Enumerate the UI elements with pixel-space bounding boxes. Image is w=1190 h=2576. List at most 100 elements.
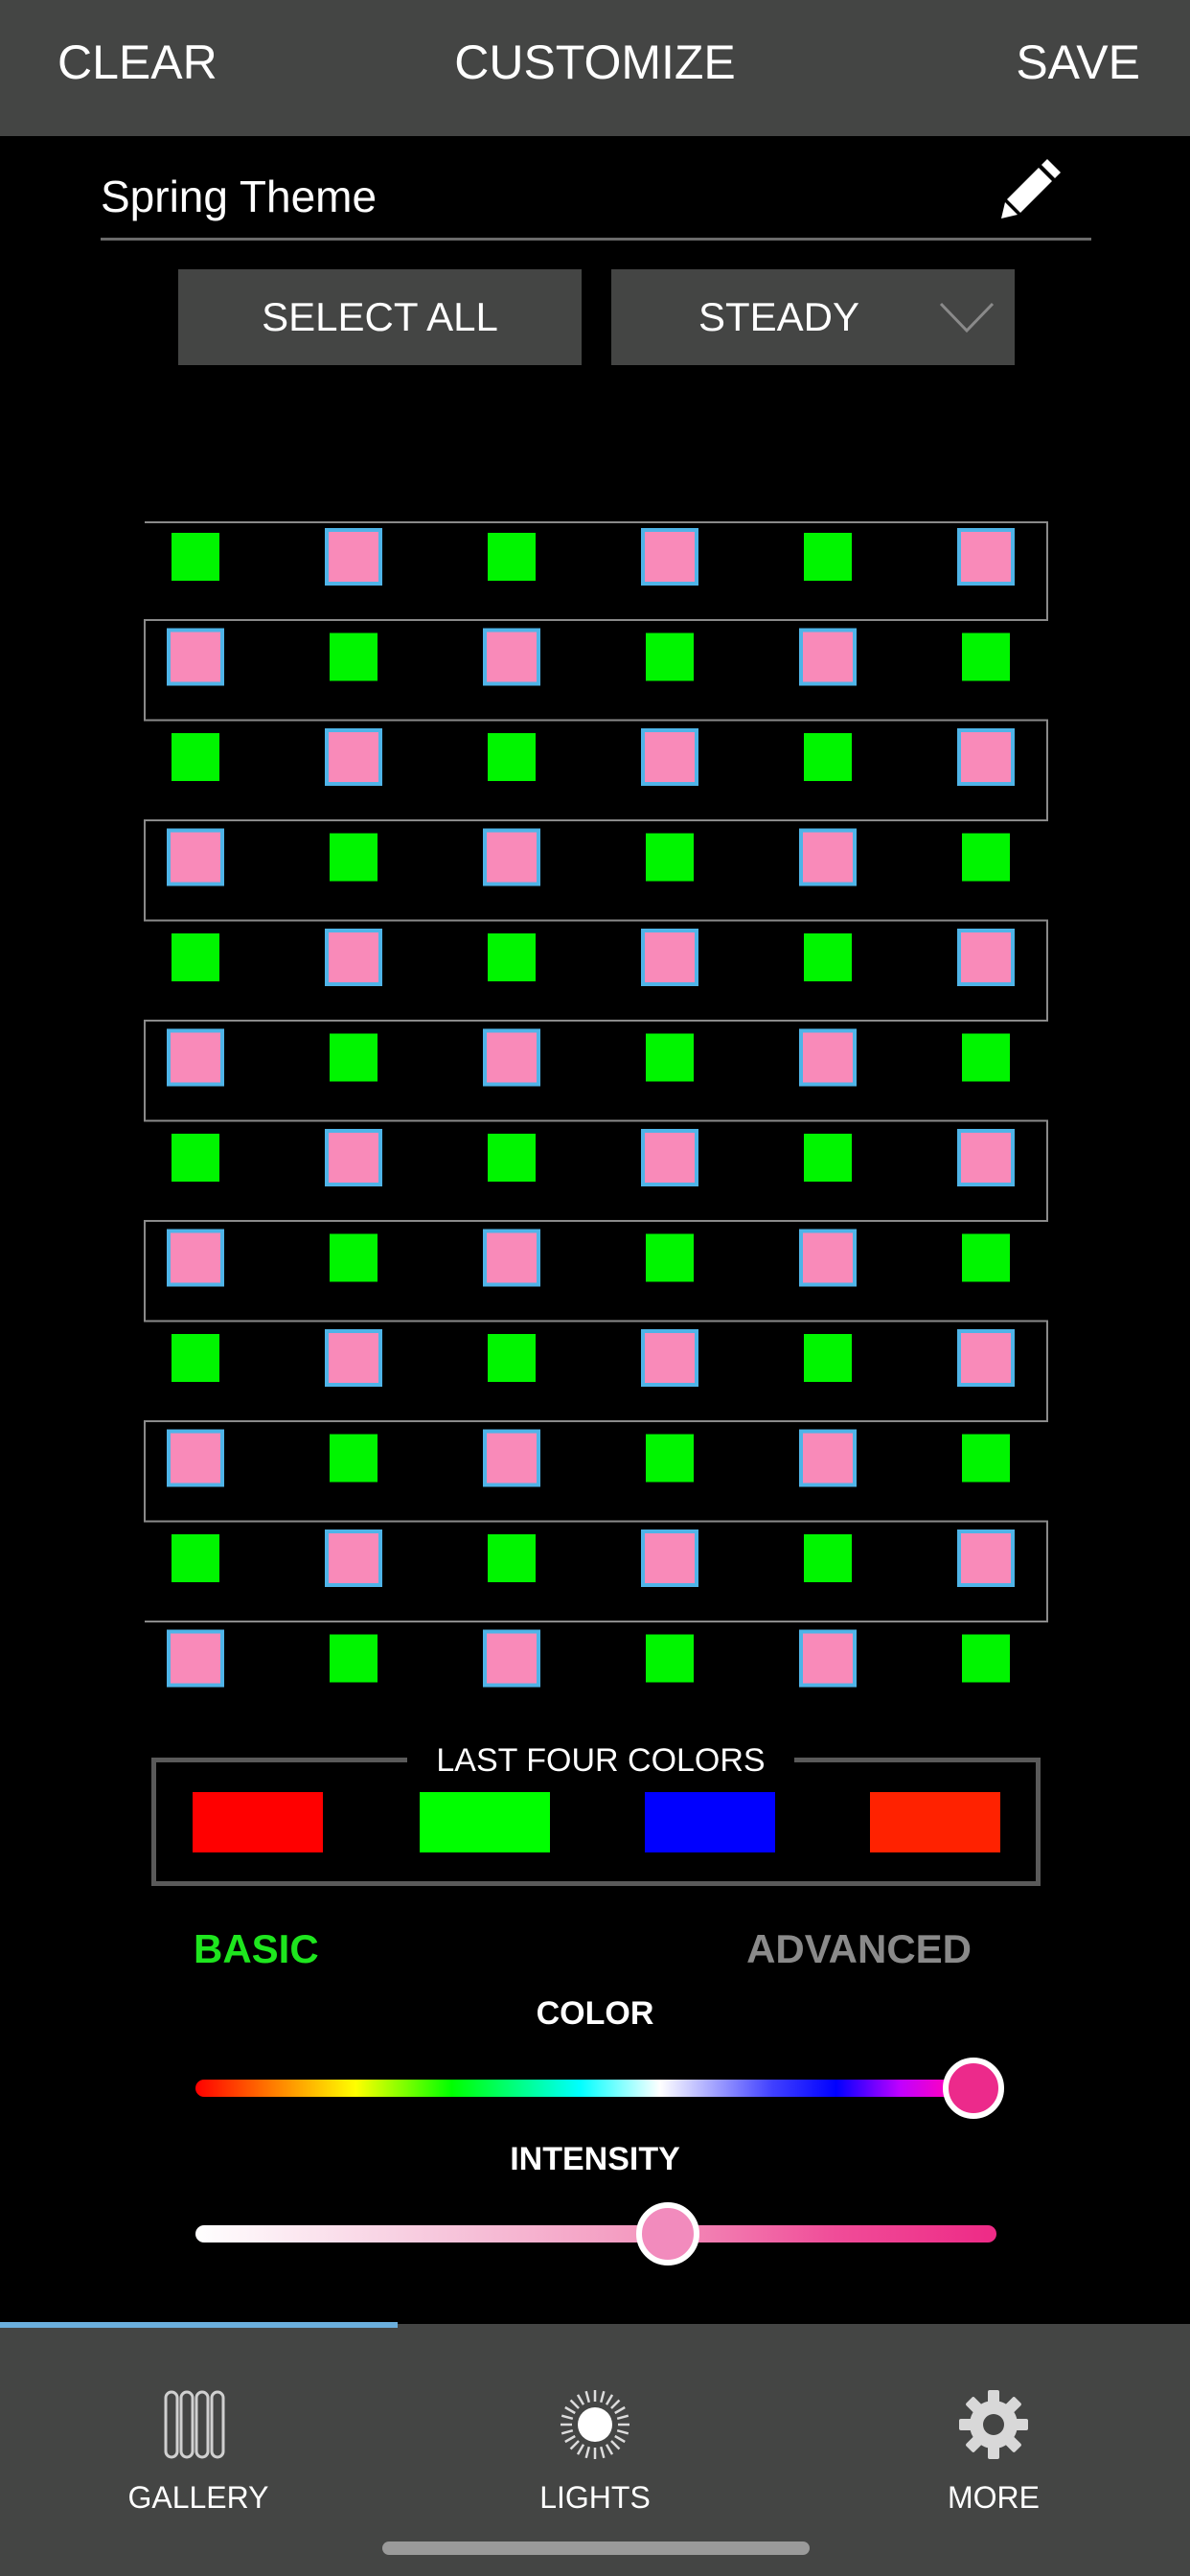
light-bulb[interactable] [330,632,378,681]
light-bulb[interactable] [483,828,540,886]
light-bulb[interactable] [646,1233,694,1282]
basic-tab[interactable]: BASIC [194,1926,319,1972]
light-bulb[interactable] [962,1434,1010,1483]
color-slider-thumb[interactable] [943,2058,1004,2119]
light-bulb[interactable] [325,929,382,986]
light-bulb[interactable] [957,1530,1015,1587]
bottom-tab-bar: GALLERY LIGHTS MORE [0,2324,1190,2576]
recent-colors-panel: LAST FOUR COLORS [151,1739,1041,1886]
light-bulb[interactable] [488,933,536,981]
light-bulb[interactable] [172,933,219,981]
light-bulb[interactable] [641,1329,698,1387]
light-bulb[interactable] [330,1634,378,1683]
light-bulb[interactable] [646,1634,694,1683]
light-bulb[interactable] [167,1429,224,1487]
light-bulb[interactable] [483,1429,540,1487]
light-bulb[interactable] [325,1530,382,1587]
intensity-slider-label: INTENSITY [510,2141,680,2177]
light-bulb[interactable] [483,1629,540,1688]
light-bulb[interactable] [962,1233,1010,1282]
light-bulb[interactable] [646,1434,694,1483]
light-bulb[interactable] [172,1334,219,1382]
light-bulb[interactable] [488,1334,536,1382]
light-bulb[interactable] [172,733,219,781]
tab-lights-label: LIGHTS [539,2480,651,2515]
intensity-slider-thumb[interactable] [636,2202,699,2266]
tab-lights[interactable]: LIGHTS [470,2324,720,2535]
tab-more-label: MORE [948,2480,1040,2515]
gallery-icon [164,2390,225,2459]
light-bulb[interactable] [172,1134,219,1182]
light-bulb[interactable] [804,933,852,981]
light-bulb[interactable] [804,1534,852,1582]
light-bulb[interactable] [483,1229,540,1287]
home-indicator [382,2542,810,2555]
light-bulb[interactable] [799,628,857,686]
light-bulb[interactable] [167,828,224,886]
light-bulb[interactable] [641,1129,698,1186]
light-bulb[interactable] [641,528,698,586]
light-bulb[interactable] [330,1434,378,1483]
light-bulb[interactable] [799,1229,857,1287]
light-bulb[interactable] [957,528,1015,586]
light-bulb[interactable] [325,728,382,786]
light-bulb[interactable] [330,1233,378,1282]
recent-color-swatch[interactable] [645,1792,775,1852]
tab-more[interactable]: MORE [869,2324,1118,2535]
recent-color-swatch[interactable] [870,1792,1000,1852]
light-bulb[interactable] [804,1134,852,1182]
light-bulb[interactable] [799,1429,857,1487]
light-bulb[interactable] [641,728,698,786]
light-burst-icon [561,2390,629,2459]
light-grid [0,0,1190,1725]
recent-color-swatch[interactable] [193,1792,323,1852]
light-bulb[interactable] [962,833,1010,882]
advanced-tab[interactable]: ADVANCED [746,1926,972,1972]
light-bulb[interactable] [488,1134,536,1182]
recent-colors-title: LAST FOUR COLORS [407,1739,794,1782]
light-bulb[interactable] [167,1229,224,1287]
light-bulb[interactable] [957,1329,1015,1387]
light-bulb[interactable] [804,733,852,781]
light-bulb[interactable] [962,1033,1010,1082]
gear-icon [959,2390,1028,2459]
light-bulb[interactable] [483,1028,540,1087]
light-bulb[interactable] [957,1129,1015,1186]
light-bulb[interactable] [172,1534,219,1582]
light-bulb[interactable] [799,1028,857,1087]
light-bulb[interactable] [957,728,1015,786]
light-bulb[interactable] [488,533,536,581]
light-bulb[interactable] [325,1329,382,1387]
light-bulb[interactable] [488,1534,536,1582]
tab-gallery-label: GALLERY [127,2480,269,2515]
light-bulb[interactable] [330,833,378,882]
light-bulb[interactable] [330,1033,378,1082]
light-bulb[interactable] [646,833,694,882]
light-bulb[interactable] [172,533,219,581]
light-bulb[interactable] [957,929,1015,986]
light-bulb[interactable] [488,733,536,781]
recent-color-swatch[interactable] [420,1792,550,1852]
light-bulb[interactable] [325,528,382,586]
light-bulb[interactable] [799,828,857,886]
tab-progress-indicator [0,2322,398,2328]
color-slider-track[interactable] [195,2080,996,2097]
light-bulb[interactable] [641,1530,698,1587]
light-string-wire [144,521,1048,1622]
light-bulb[interactable] [646,1033,694,1082]
light-bulb[interactable] [962,1634,1010,1683]
light-bulb[interactable] [804,1334,852,1382]
light-bulb[interactable] [962,632,1010,681]
color-slider-label: COLOR [536,1995,654,2032]
light-bulb[interactable] [646,632,694,681]
light-bulb[interactable] [167,1028,224,1087]
light-bulb[interactable] [799,1629,857,1688]
light-bulb[interactable] [167,1629,224,1688]
light-bulb[interactable] [641,929,698,986]
light-bulb[interactable] [483,628,540,686]
tab-gallery[interactable]: GALLERY [74,2324,323,2535]
intensity-slider-track[interactable] [195,2225,996,2242]
light-bulb[interactable] [325,1129,382,1186]
light-bulb[interactable] [167,628,224,686]
light-bulb[interactable] [804,533,852,581]
